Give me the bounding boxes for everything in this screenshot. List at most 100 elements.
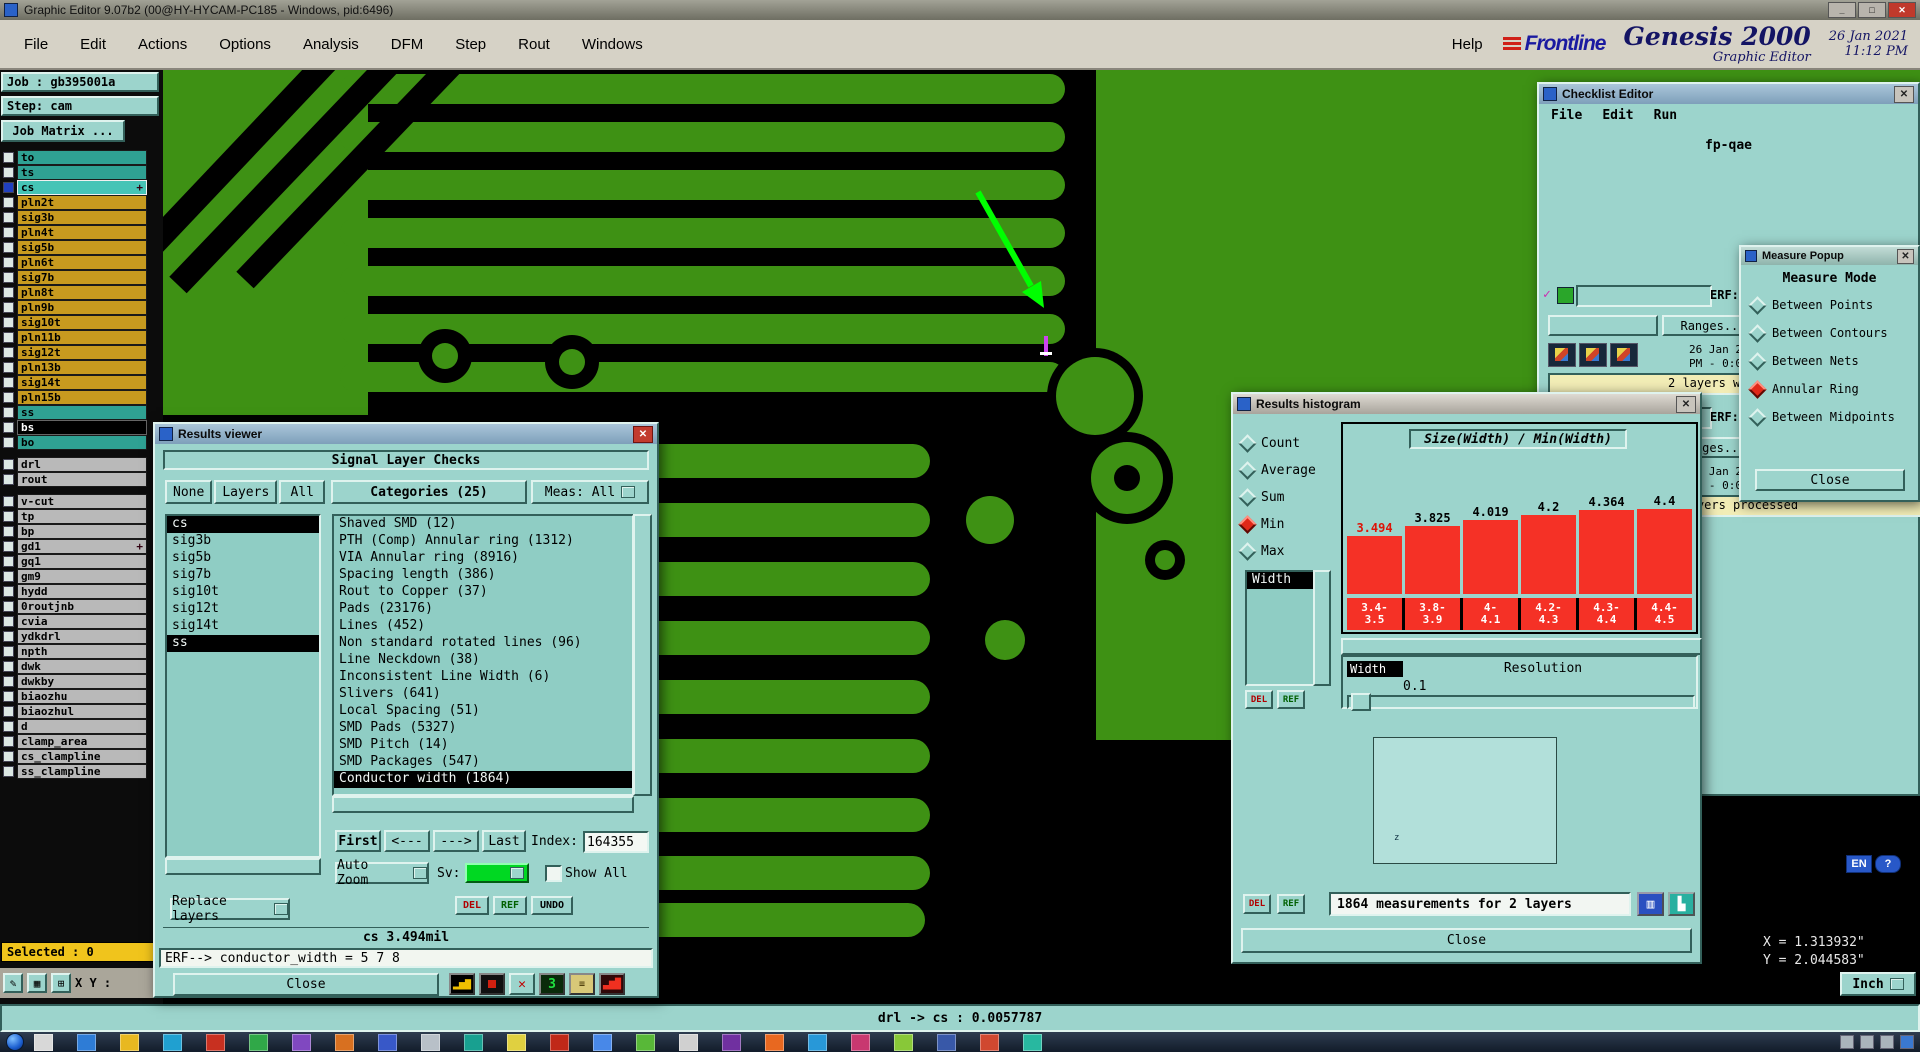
tool-icon-draw[interactable]: ✎ [3, 973, 23, 993]
menu-item[interactable]: File [22, 32, 50, 57]
first-button[interactable]: First [335, 830, 381, 852]
taskbar-app-icon[interactable] [851, 1033, 870, 1051]
run-icon[interactable] [1610, 343, 1638, 367]
red-histogram-icon[interactable]: ▃▆█ [599, 973, 625, 995]
minimize-icon[interactable]: _ [1828, 2, 1856, 18]
list-item[interactable]: VIA Annular ring (8916) [334, 550, 632, 567]
close-button[interactable]: Close [173, 973, 439, 996]
h-scrollbar[interactable] [1341, 638, 1702, 655]
layer-row[interactable]: sig10t [0, 315, 163, 330]
layer-checkbox[interactable] [3, 272, 14, 283]
close-icon[interactable]: ✕ [1897, 248, 1914, 264]
layer-name[interactable]: sig10t [17, 315, 147, 330]
list-item[interactable]: sig12t [167, 601, 319, 618]
taskbar-app-icon[interactable] [937, 1033, 956, 1051]
tray-icon[interactable] [1840, 1035, 1854, 1049]
layer-row[interactable]: ts [0, 165, 163, 180]
layer-row[interactable]: sig7b [0, 270, 163, 285]
layer-name[interactable]: cs [17, 180, 147, 195]
layer-checkbox[interactable] [3, 242, 14, 253]
layer-name[interactable]: d [17, 719, 147, 734]
layer-checkbox[interactable] [3, 706, 14, 717]
layer-checkbox[interactable] [3, 736, 14, 747]
layer-checkbox[interactable] [3, 437, 14, 448]
list-item[interactable]: Local Spacing (51) [334, 703, 632, 720]
layer-checkbox[interactable] [3, 646, 14, 657]
layer-checkbox[interactable] [3, 571, 14, 582]
layer-row[interactable]: npth [0, 644, 163, 659]
layer-name[interactable]: sig3b [17, 210, 147, 225]
del-button[interactable]: DEL [455, 896, 489, 915]
parameters-button[interactable] [1548, 315, 1658, 336]
layer-row[interactable]: pln4t [0, 225, 163, 240]
close-button[interactable]: Close [1241, 928, 1692, 953]
layer-checkbox[interactable] [3, 197, 14, 208]
h-scrollbar[interactable] [165, 858, 321, 875]
layer-checkbox[interactable] [3, 601, 14, 612]
menu-item[interactable]: DFM [389, 32, 426, 57]
layer-checkbox[interactable] [3, 526, 14, 537]
undo-button[interactable]: UNDO [531, 896, 573, 915]
layer-row[interactable]: sig3b [0, 210, 163, 225]
layer-checkbox[interactable] [3, 257, 14, 268]
layer-row[interactable]: pln6t [0, 255, 163, 270]
layer-row[interactable]: cvia [0, 614, 163, 629]
layer-checkbox[interactable] [3, 766, 14, 777]
run-icon[interactable] [1579, 343, 1607, 367]
menu-item[interactable]: Options [217, 32, 273, 57]
list-item[interactable]: sig10t [167, 584, 319, 601]
layer-name[interactable]: drl [17, 457, 147, 472]
measure-popup-titlebar[interactable]: Measure Popup ✕ [1741, 247, 1918, 265]
ref-button[interactable]: REF [493, 896, 527, 915]
layer-name[interactable]: hydd [17, 584, 147, 599]
layer-checkbox[interactable] [3, 556, 14, 567]
taskbar-app-icon[interactable] [120, 1033, 139, 1051]
list-item[interactable]: PTH (Comp) Annular ring (1312) [334, 533, 632, 550]
menu-item[interactable]: Run [1654, 108, 1677, 123]
taskbar-app-icon[interactable] [765, 1033, 784, 1051]
layer-row[interactable]: pln2t [0, 195, 163, 210]
layer-row[interactable]: gd1 [0, 539, 163, 554]
layer-row[interactable]: d [0, 719, 163, 734]
layer-checkbox[interactable] [3, 496, 14, 507]
v-scrollbar[interactable] [1313, 570, 1331, 686]
layer-name[interactable]: gd1 [17, 539, 147, 554]
list-item[interactable]: Inconsistent Line Width (6) [334, 669, 632, 686]
list-item[interactable]: SMD Pitch (14) [334, 737, 632, 754]
layer-checkbox[interactable] [3, 362, 14, 373]
layer-name[interactable]: v-cut [17, 494, 147, 509]
layer-name[interactable]: ss_clampline [17, 764, 147, 779]
list-item[interactable]: Slivers (641) [334, 686, 632, 703]
screen-icon[interactable] [479, 973, 505, 995]
layer-checkbox[interactable] [3, 302, 14, 313]
list-item[interactable]: Width [1247, 572, 1313, 589]
measure-mode-option[interactable]: Between Midpoints [1741, 403, 1918, 431]
histogram-bar[interactable]: 4.364 [1579, 495, 1634, 594]
meas-dropdown[interactable]: Meas: All [531, 480, 649, 504]
list-item[interactable]: cs [167, 516, 319, 533]
resolution-slider[interactable] [1347, 695, 1695, 709]
histogram-bar[interactable]: 4.019 [1463, 505, 1518, 594]
close-icon[interactable]: ✕ [1888, 2, 1916, 18]
list-item[interactable]: SMD Pads (5327) [334, 720, 632, 737]
measure-mode-option[interactable]: Between Contours [1741, 319, 1918, 347]
tool-icon-grid[interactable]: ▦ [27, 973, 47, 993]
layer-checkbox[interactable] [3, 459, 14, 470]
help-chip[interactable]: ? [1875, 855, 1901, 873]
stat-option[interactable]: Average [1238, 457, 1339, 484]
layer-row[interactable]: gq1 [0, 554, 163, 569]
measure-mode-option[interactable]: Annular Ring [1741, 375, 1918, 403]
index-input[interactable] [583, 831, 649, 853]
layer-name[interactable]: dwkby [17, 674, 147, 689]
layer-name[interactable]: sig12t [17, 345, 147, 360]
taskbar-app-icon[interactable] [378, 1033, 397, 1051]
menu-item[interactable]: Edit [78, 32, 108, 57]
measure-list[interactable]: Width [1245, 570, 1315, 686]
list-item[interactable]: Conductor width (1864) [334, 771, 632, 788]
layer-checkbox[interactable] [3, 541, 14, 552]
menu-item[interactable]: Actions [136, 32, 189, 57]
histogram-bar[interactable]: 3.494 [1347, 521, 1402, 594]
filter-button[interactable]: All [279, 480, 326, 504]
layer-checkbox[interactable] [3, 661, 14, 672]
ref-button[interactable]: REF [1277, 690, 1305, 709]
